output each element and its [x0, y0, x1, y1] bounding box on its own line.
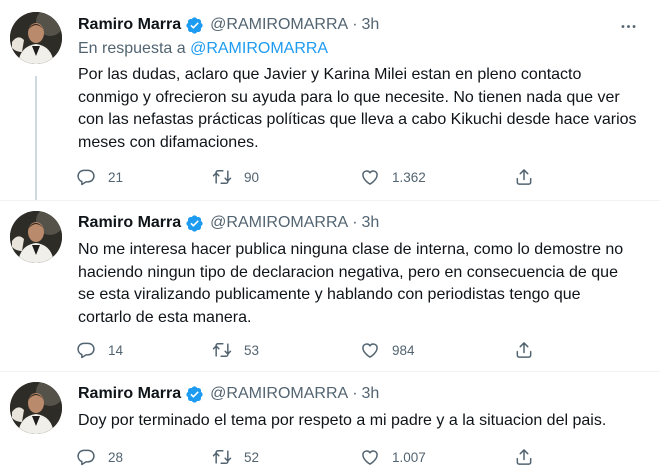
author-handle[interactable]: @RAMIROMARRA: [210, 385, 348, 403]
verified-badge-icon: [185, 214, 204, 233]
share-button[interactable]: [514, 162, 534, 192]
tweet-text: Doy por terminado el tema por respeto a …: [78, 412, 607, 429]
like-count: 1.007: [392, 449, 426, 465]
tweet-header: Ramiro Marra @RAMIROMARRA · 3h: [78, 14, 379, 36]
author-name[interactable]: Ramiro Marra: [78, 16, 181, 34]
avatar-image: [10, 12, 62, 64]
like-button[interactable]: 1.362: [360, 162, 426, 192]
retweet-button[interactable]: 53: [212, 335, 259, 365]
heart-icon: [362, 170, 378, 185]
reply-count: 14: [108, 342, 124, 358]
more-dots-icon[interactable]: [618, 16, 638, 36]
retweet-count: 52: [244, 449, 260, 465]
tweet-header: Ramiro Marra @RAMIROMARRA · 3h: [78, 383, 379, 405]
retweet-count: 53: [244, 342, 260, 358]
tweet[interactable]: Ramiro Marra @RAMIROMARRA · 3h Doy por t…: [0, 372, 660, 472]
tweet-header: Ramiro Marra @RAMIROMARRA · 3h: [78, 212, 379, 234]
like-button[interactable]: 984: [360, 335, 415, 365]
avatar[interactable]: [10, 12, 62, 64]
author-handle[interactable]: @RAMIROMARRA: [210, 16, 348, 34]
like-count: 1.362: [392, 169, 426, 185]
share-upload-icon: [516, 449, 532, 465]
author-handle[interactable]: @RAMIROMARRA: [210, 214, 348, 232]
author-name[interactable]: Ramiro Marra: [78, 385, 181, 403]
retweet-count: 90: [244, 169, 260, 185]
like-button[interactable]: 1.007: [360, 442, 426, 472]
separator-dot: ·: [352, 385, 358, 402]
tweet[interactable]: Ramiro Marra @RAMIROMARRA · 3h No me int…: [0, 201, 660, 371]
tweet-actions: 28 52 1.007: [68, 442, 548, 472]
tweet-timestamp[interactable]: 3h: [362, 385, 380, 403]
verified-badge-icon: [185, 16, 204, 35]
reply-bubble-icon: [77, 449, 95, 466]
tweet-text: Por las dudas, aclaro que Javier y Karin…: [78, 66, 637, 151]
share-button[interactable]: [514, 442, 534, 472]
avatar-image: [10, 211, 62, 263]
avatar[interactable]: [10, 382, 62, 434]
reply-button[interactable]: 14: [76, 335, 123, 365]
avatar-image: [10, 382, 62, 434]
tweet[interactable]: Ramiro Marra @RAMIROMARRA · 3h En respue…: [0, 0, 660, 201]
retweet-icon: [212, 450, 232, 464]
retweet-icon: [212, 170, 232, 184]
separator-dot: ·: [352, 214, 358, 231]
reply-count: 21: [108, 169, 124, 185]
verified-badge-icon: [185, 385, 204, 404]
tweet-actions: 14 53 984: [68, 335, 548, 365]
avatar[interactable]: [10, 211, 62, 263]
reply-bubble-icon: [77, 342, 95, 359]
retweet-icon: [212, 343, 232, 357]
tweet-thread: Ramiro Marra @RAMIROMARRA · 3h En respue…: [0, 0, 660, 472]
thread-connector-line: [35, 76, 37, 201]
author-name[interactable]: Ramiro Marra: [78, 214, 181, 232]
heart-icon: [362, 343, 378, 358]
separator-dot: ·: [352, 16, 358, 33]
tweet-text: No me interesa hacer publica ninguna cla…: [78, 241, 624, 326]
reply-button[interactable]: 28: [76, 442, 123, 472]
retweet-button[interactable]: 52: [212, 442, 259, 472]
like-count: 984: [392, 342, 415, 358]
reply-button[interactable]: 21: [76, 162, 123, 192]
reply-mention-link[interactable]: @RAMIROMARRA: [190, 40, 328, 57]
tweet-timestamp[interactable]: 3h: [362, 214, 380, 232]
tweet-actions: 21 90 1.362: [68, 162, 548, 192]
reply-context-label: En respuesta a: [78, 40, 186, 57]
share-upload-icon: [516, 342, 532, 358]
reply-context: En respuesta a @RAMIROMARRA: [78, 40, 328, 58]
heart-icon: [362, 450, 378, 465]
share-upload-icon: [516, 169, 532, 185]
retweet-button[interactable]: 90: [212, 162, 259, 192]
share-button[interactable]: [514, 335, 534, 365]
reply-bubble-icon: [77, 169, 95, 186]
reply-count: 28: [108, 449, 124, 465]
tweet-timestamp[interactable]: 3h: [362, 16, 380, 34]
